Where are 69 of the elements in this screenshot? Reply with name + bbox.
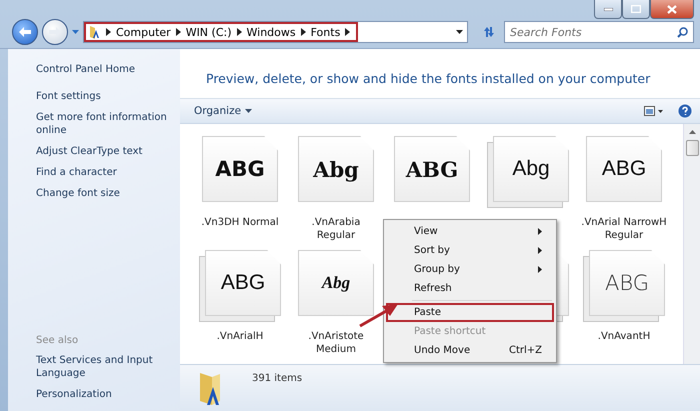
sidebar-link[interactable]: Personalization — [36, 388, 172, 401]
sidebar-link[interactable]: Change font size — [36, 187, 172, 200]
font-name[interactable]: .VnArialH — [196, 330, 284, 343]
breadcrumb-item[interactable]: WIN (C:) — [186, 26, 232, 38]
font-name[interactable]: .VnAvantH — [580, 330, 668, 343]
font-sample: Abg — [313, 156, 359, 182]
sidebar-link[interactable]: Control Panel Home — [36, 63, 172, 76]
history-dropdown-icon[interactable] — [72, 30, 79, 34]
sidebar-link[interactable]: Find a character — [36, 166, 172, 179]
page-heading: Preview, delete, or show and hide the fonts installed on your computer — [205, 70, 652, 88]
caret-icon — [245, 109, 252, 113]
breadcrumb-item[interactable]: Computer — [116, 26, 171, 38]
organize-button[interactable]: Organize — [190, 103, 256, 119]
scrollbar[interactable] — [683, 124, 700, 364]
maximize-button[interactable] — [622, 0, 650, 19]
chevron-icon[interactable] — [345, 28, 350, 36]
close-icon — [667, 4, 677, 14]
sidebar-link[interactable]: Font settings — [36, 90, 172, 103]
item-count: 391 items — [252, 373, 302, 384]
submenu-arrow-icon — [538, 228, 542, 235]
font-name[interactable]: .Vn3DH Normal — [196, 216, 284, 229]
submenu-arrow-icon — [538, 247, 542, 254]
font-sample: Abg — [512, 157, 550, 181]
font-sample: ABG — [220, 271, 266, 295]
font-name[interactable]: .VnAristote Medium — [292, 330, 380, 356]
chevron-icon[interactable] — [106, 28, 111, 36]
close-button[interactable] — [650, 0, 694, 19]
chevron-icon[interactable] — [300, 28, 306, 36]
menu-item[interactable]: Group by — [386, 260, 554, 279]
fonts-folder-icon — [89, 25, 101, 39]
view-options-icon[interactable] — [644, 106, 664, 116]
minimize-button[interactable] — [594, 0, 622, 19]
see-also-heading: See also — [36, 335, 80, 346]
refresh-icon — [482, 26, 496, 38]
scroll-up-icon — [688, 130, 696, 134]
menu-item[interactable]: View — [386, 222, 554, 241]
forward-button[interactable] — [42, 19, 68, 45]
font-sample: Abg — [322, 273, 350, 293]
menu-item[interactable]: Undo Move Ctrl+Z — [386, 341, 554, 360]
back-button[interactable] — [12, 19, 38, 45]
sidebar-link[interactable]: Adjust ClearType text — [36, 145, 172, 158]
breadcrumb-item[interactable]: Windows — [246, 26, 296, 38]
font-sample: ABG — [406, 156, 458, 182]
menu-item[interactable]: Sort by — [386, 241, 554, 260]
scroll-thumb[interactable] — [686, 140, 698, 156]
font-sample: ABG — [604, 271, 650, 295]
forward-arrow-icon — [49, 27, 61, 37]
breadcrumb-item[interactable]: Fonts — [310, 26, 340, 38]
font-name[interactable]: .VnArial NarrowH Regular — [580, 216, 668, 242]
dropdown-icon[interactable] — [456, 30, 463, 34]
menu-item[interactable]: Paste — [386, 303, 554, 322]
sidebar-link[interactable]: Text Services and Input Language — [36, 354, 172, 380]
back-arrow-icon — [19, 27, 31, 37]
sidebar-link[interactable]: Get more font information online — [36, 111, 172, 137]
help-icon[interactable] — [678, 104, 692, 118]
chevron-icon[interactable] — [176, 28, 181, 36]
shortcut-text: Ctrl+Z — [508, 345, 542, 356]
font-sample: ABG — [215, 157, 265, 181]
pointer-arrow — [359, 304, 398, 328]
minimize-icon — [604, 8, 612, 10]
font-name[interactable]: .VnArabia Regular — [292, 216, 380, 242]
chevron-icon[interactable] — [236, 28, 242, 36]
menu-item[interactable]: Refresh — [386, 279, 554, 298]
maximize-icon — [631, 5, 641, 13]
submenu-arrow-icon — [538, 266, 542, 273]
search-field[interactable]: Search Fonts — [504, 21, 694, 43]
font-sample: ABG — [602, 157, 646, 181]
search-icon — [677, 27, 688, 38]
address-field[interactable]: Computer WIN (C:) Windows Fonts — [83, 21, 468, 43]
